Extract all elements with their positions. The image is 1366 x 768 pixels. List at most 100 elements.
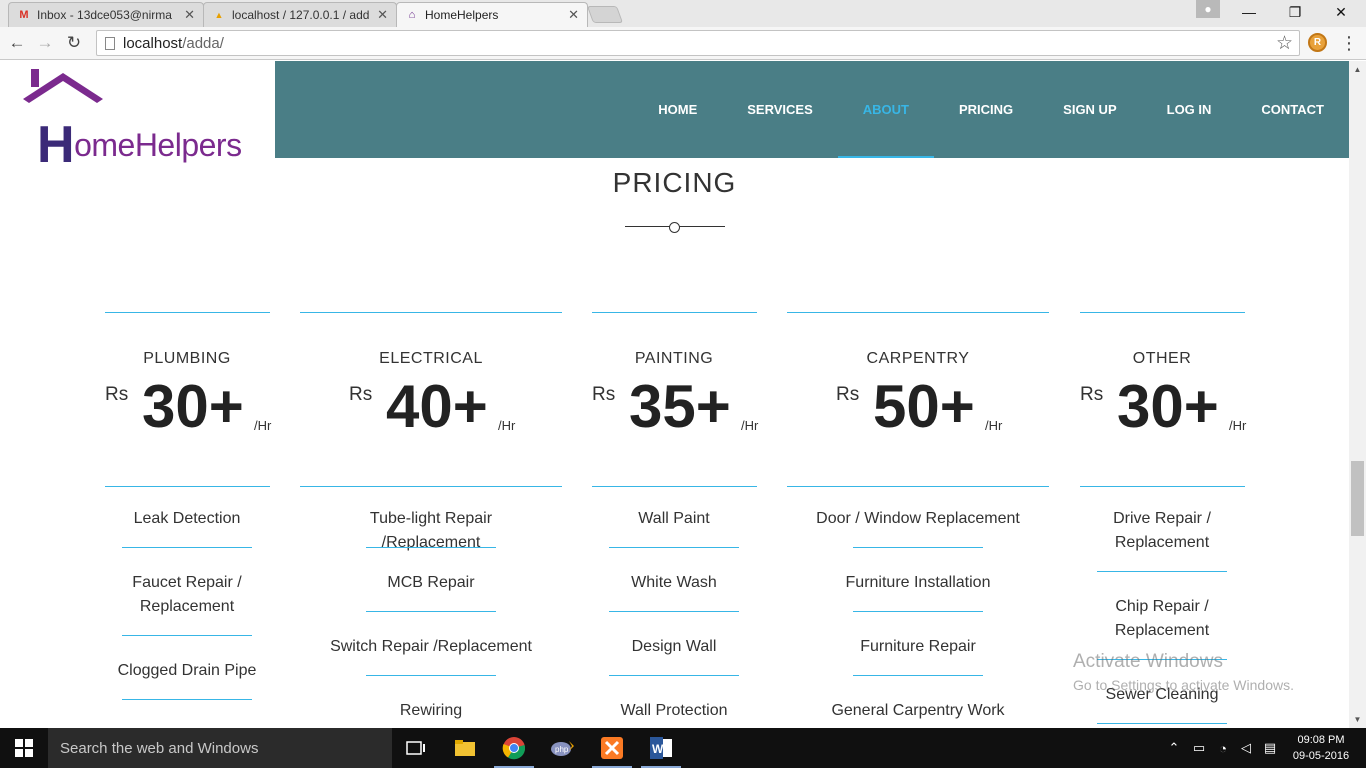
plan-unit: /Hr: [985, 418, 1003, 433]
feature-rule: [609, 675, 739, 676]
back-arrow-icon[interactable]: ←: [5, 31, 29, 55]
phpmyadmin-icon: ▲: [214, 10, 224, 20]
volume-icon[interactable]: ◁: [1236, 728, 1256, 768]
close-icon[interactable]: ✕: [377, 7, 388, 23]
wifi-icon[interactable]: ◔: [1212, 728, 1234, 768]
feature-rule: [366, 547, 496, 548]
feature-rule: [609, 611, 739, 612]
scrollbar-thumb[interactable]: [1351, 461, 1364, 536]
close-icon[interactable]: ✕: [568, 7, 579, 23]
chevron-up-icon[interactable]: ⌃: [1164, 728, 1184, 768]
extension-icon[interactable]: R: [1308, 33, 1327, 52]
tab-title: Inbox - 13dce053@nirma: [37, 8, 172, 22]
column-top-rule: [104, 312, 270, 313]
browser-toolbar: ← → ↻ localhost /adda/ ☆: [0, 27, 1366, 60]
battery-icon[interactable]: ▭: [1188, 728, 1210, 768]
reload-icon[interactable]: ↻: [62, 31, 86, 55]
svg-text:W: W: [652, 742, 664, 756]
notification-icon[interactable]: ▤: [1258, 728, 1282, 768]
address-bar[interactable]: localhost /adda/ ☆: [96, 30, 1300, 56]
plan-category: OTHER: [1132, 350, 1192, 367]
profile-icon[interactable]: ●: [1196, 0, 1220, 18]
page-scrollbar[interactable]: ▲ ▼: [1349, 61, 1366, 728]
scroll-down-icon[interactable]: ▼: [1349, 711, 1366, 728]
taskbar-search-box[interactable]: Search the web and Windows: [48, 728, 392, 768]
activate-windows-text: Go to Settings to activate Windows.: [1073, 677, 1294, 693]
plan-price: 50+: [873, 373, 975, 440]
clock-date: 09-05-2016: [1292, 750, 1350, 762]
plan-feature: Rewiring: [399, 702, 463, 719]
feature-rule: [366, 611, 496, 612]
feature-rule: [853, 611, 983, 612]
windows-start-icon[interactable]: [0, 728, 48, 768]
close-icon[interactable]: ✕: [184, 7, 195, 23]
page-viewport: HomeHelpers HOME SERVICES ABOUT PRICING …: [0, 61, 1366, 728]
tab-title: HomeHelpers: [425, 8, 499, 22]
plan-feature: Leak Detection: [133, 510, 241, 527]
bookmark-star-icon[interactable]: ☆: [1276, 32, 1293, 55]
nav-pricing[interactable]: PRICING: [934, 61, 1038, 158]
nav-about[interactable]: ABOUT: [837, 61, 935, 158]
tab-homehelpers[interactable]: ⌂ HomeHelpers ✕: [396, 2, 588, 27]
php-tool-icon[interactable]: php: [539, 728, 587, 768]
chrome-menu-icon[interactable]: ⋮: [1338, 31, 1360, 55]
site-logo[interactable]: HomeHelpers: [15, 61, 275, 174]
plan-price: 40+: [386, 373, 488, 440]
column-top-rule: [1079, 312, 1245, 313]
feature-rule: [1097, 571, 1227, 572]
plan-price: 30+: [142, 373, 244, 440]
plan-feature: White Wash: [631, 574, 717, 591]
plan-feature: Chip Repair / Replacement: [1114, 598, 1210, 639]
plan-price: 30+: [1117, 373, 1219, 440]
windows-taskbar: Search the web and Windows php W ⌃ ▭ ◔ ◁…: [0, 728, 1366, 768]
logo-text: HomeHelpers: [37, 116, 242, 174]
nav-contact[interactable]: CONTACT: [1236, 61, 1349, 158]
main-nav: HOME SERVICES ABOUT PRICING SIGN UP LOG …: [633, 61, 1349, 158]
minimize-icon[interactable]: —: [1226, 0, 1272, 24]
plan-unit: /Hr: [741, 418, 759, 433]
nav-login[interactable]: LOG IN: [1142, 61, 1237, 158]
plan-currency: Rs: [349, 384, 373, 405]
plan-currency: Rs: [105, 384, 129, 405]
url-path: /adda/: [182, 34, 224, 52]
feature-rule: [609, 547, 739, 548]
title-divider-dot: [669, 222, 680, 233]
plan-category: PAINTING: [634, 350, 714, 367]
plan-category: PLUMBING: [143, 350, 231, 367]
gmail-icon: M: [19, 9, 29, 21]
activate-windows-heading: Activate Windows: [1073, 651, 1223, 672]
word-icon[interactable]: W: [637, 728, 685, 768]
plan-currency: Rs: [1080, 384, 1104, 405]
restore-icon[interactable]: ❐: [1272, 0, 1318, 24]
svg-text:php: php: [555, 745, 569, 754]
feature-rule: [366, 675, 496, 676]
task-view-icon[interactable]: [392, 728, 440, 768]
column-price-rule: [591, 486, 757, 487]
tab-phpmyadmin[interactable]: ▲ localhost / 127.0.0.1 / add ✕: [203, 2, 397, 27]
browser-tab-bar: M Inbox - 13dce053@nirma ✕ ▲ localhost /…: [0, 0, 1366, 27]
xampp-icon[interactable]: [588, 728, 636, 768]
plan-feature: Switch Repair /Replacement: [330, 638, 532, 655]
column-price-rule: [787, 486, 1049, 487]
new-tab-button[interactable]: [586, 6, 624, 23]
window-close-icon[interactable]: ✕: [1318, 0, 1364, 24]
plan-feature: Design Wall: [631, 638, 717, 655]
nav-services[interactable]: SERVICES: [722, 61, 838, 158]
taskbar-clock[interactable]: 09:08 PM 09-05-2016: [1287, 732, 1355, 764]
nav-home[interactable]: HOME: [633, 61, 722, 158]
clock-time: 09:08 PM: [1297, 734, 1345, 746]
plan-feature: Wall Paint: [638, 510, 710, 527]
file-explorer-icon[interactable]: [441, 728, 489, 768]
forward-arrow-icon[interactable]: →: [33, 31, 57, 55]
feature-rule: [122, 699, 252, 700]
tab-gmail[interactable]: M Inbox - 13dce053@nirma ✕: [8, 2, 204, 27]
scroll-up-icon[interactable]: ▲: [1349, 61, 1366, 78]
plan-unit: /Hr: [498, 418, 516, 433]
plan-unit: /Hr: [1229, 418, 1247, 433]
plan-feature: Door / Window Replacement: [816, 510, 1020, 527]
pricing-title: PRICING: [612, 167, 737, 198]
nav-signup[interactable]: SIGN UP: [1038, 61, 1141, 158]
chrome-taskbar-icon[interactable]: [490, 728, 538, 768]
plan-unit: /Hr: [254, 418, 272, 433]
page-icon: [105, 36, 115, 50]
